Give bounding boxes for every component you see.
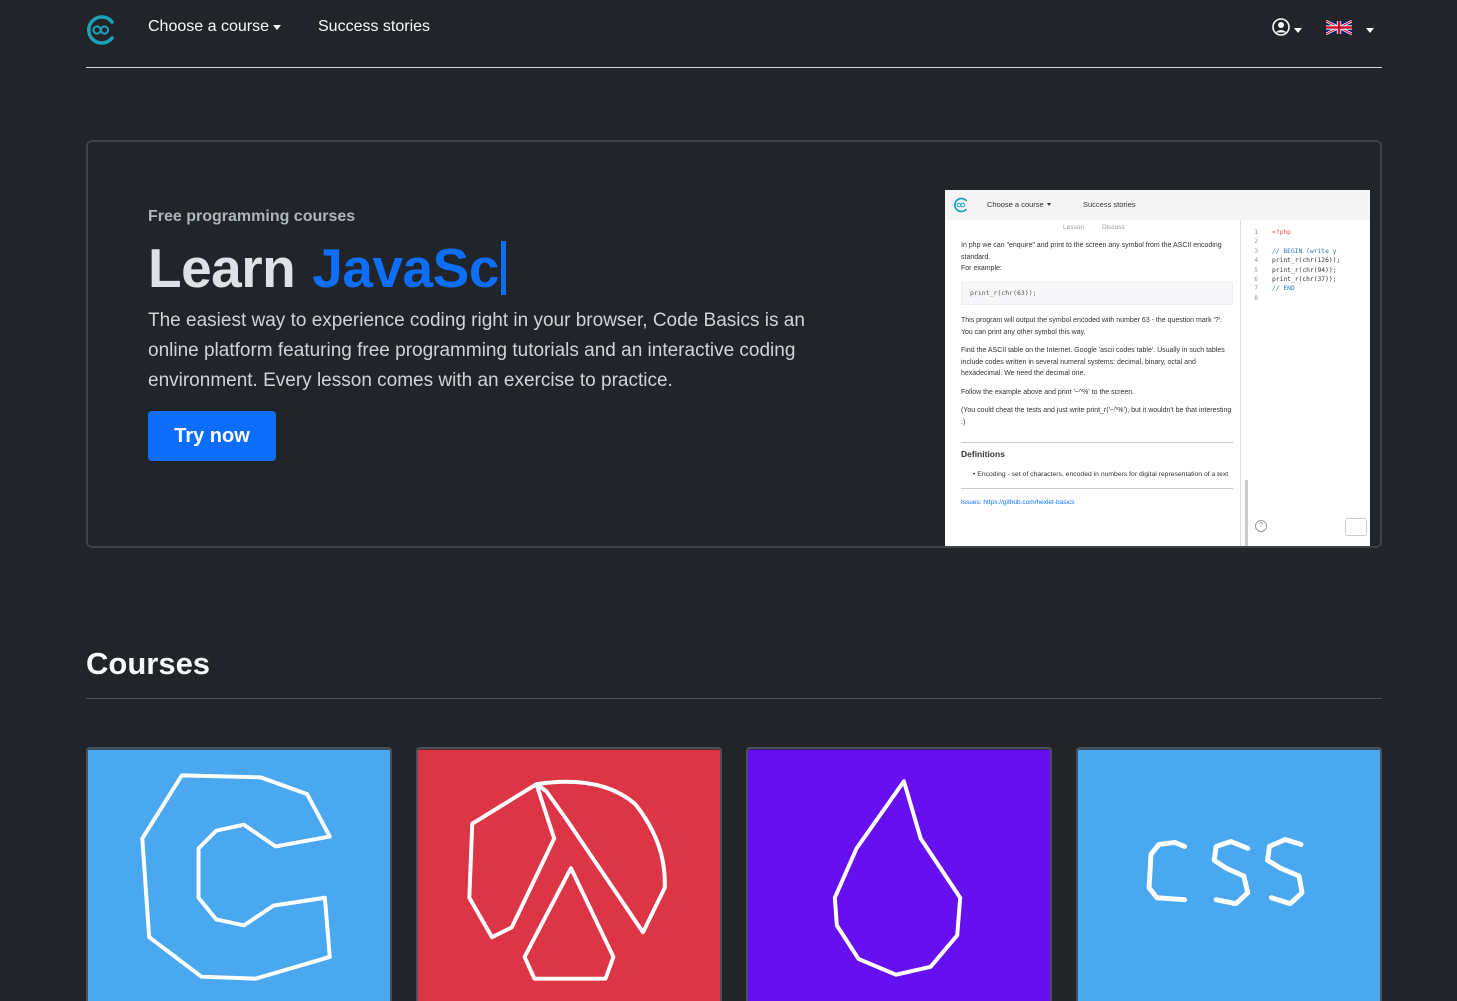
hero-description: The easiest way to experience coding rig… <box>148 310 805 391</box>
hero-title-highlight: JavaSc <box>312 237 499 299</box>
hero-section: Free programming courses Learn JavaSc Th… <box>86 140 1382 548</box>
preview-definitions-title: Definitions <box>961 442 1233 461</box>
code-text: // BEGIN (write y <box>1272 247 1337 255</box>
help-icon: ? <box>1255 520 1267 532</box>
reset-icon <box>1345 518 1367 536</box>
hero-title-prefix: Learn <box>148 237 296 299</box>
preview-paragraph: For example: <box>961 265 1002 272</box>
preview-choose-course-label: Choose a course <box>987 200 1044 209</box>
preview-scrollbar <box>1245 480 1248 546</box>
line-number: 1 <box>1254 229 1258 236</box>
preview-editor-line: 2 <box>1250 237 1370 246</box>
hero-title: Learn JavaSc <box>148 236 506 300</box>
success-stories-link[interactable]: Success stories <box>318 18 430 36</box>
code-text: print_r(chr(37)); <box>1272 276 1337 284</box>
preview-paragraph: This program will output the symbol enco… <box>961 317 1223 336</box>
preview-lesson-text: In php we can "enquire" and print to the… <box>961 240 1233 508</box>
elixir-drop-icon <box>748 749 1050 1001</box>
code-text: // END <box>1272 285 1295 293</box>
code-text: print_r(chr(94)); <box>1272 266 1337 274</box>
chevron-down-icon <box>1294 27 1302 33</box>
course-card-css[interactable] <box>1076 747 1382 1001</box>
preview-success-stories: Success stories <box>1083 200 1136 209</box>
preview-paragraph: Follow the example above and print '~^%'… <box>961 388 1135 396</box>
line-number: 4 <box>1254 257 1258 265</box>
preview-code-editor: 1 <?php 2 3 // BEGIN (write y 4 print_r(chr(12… <box>1250 220 1370 546</box>
navbar: Choose a course Success stories <box>86 0 1382 68</box>
hero-subtitle: Free programming courses <box>148 208 356 225</box>
preview-editor-line: 5 print_r(chr(94)); <box>1250 266 1370 275</box>
line-number: 8 <box>1254 294 1258 302</box>
preview-definition-item: • Encoding - set of characters, encoded … <box>961 469 1233 489</box>
code-text: print_r(chr(126)); <box>1272 257 1341 265</box>
choose-course-dropdown[interactable]: Choose a course <box>148 18 281 36</box>
language-dropdown[interactable] <box>1325 19 1374 41</box>
preview-editor-line: 3 // BEGIN (write y <box>1250 247 1370 256</box>
preview-code-block: print_r(chr(63)); <box>961 281 1233 305</box>
course-card-elixir[interactable] <box>746 747 1052 1001</box>
preview-paragraph: Find the ASCII table on the Internet. Go… <box>961 347 1225 377</box>
preview-logo-icon <box>953 197 969 213</box>
preview-editor-line: 7 // END <box>1250 284 1370 293</box>
user-circle-icon <box>1272 18 1290 41</box>
preview-editor-line: 1 <?php <box>1250 228 1370 237</box>
try-now-button[interactable]: Try now <box>148 411 276 461</box>
preview-tab-discuss: Discuss <box>1101 224 1125 231</box>
preview-paragraph: (You could cheat the tests and just writ… <box>961 407 1232 426</box>
choose-course-label: Choose a course <box>148 18 269 35</box>
css-icon <box>1078 749 1380 1001</box>
line-number: 3 <box>1254 247 1258 255</box>
line-number: 6 <box>1254 276 1258 284</box>
chevron-down-icon <box>272 25 281 30</box>
c-language-icon <box>88 749 390 1001</box>
line-number: 5 <box>1254 266 1258 274</box>
preview-navbar: Choose a course Success stories <box>945 190 1370 220</box>
preview-tab-lesson: Lesson <box>1063 224 1084 231</box>
code-basics-logo-icon[interactable] <box>86 14 116 46</box>
preview-editor-line: 8 <box>1250 294 1370 303</box>
course-card-c[interactable] <box>86 747 392 1001</box>
courses-heading: Courses <box>86 646 211 681</box>
typing-cursor <box>500 241 506 295</box>
scheme-lambda-icon <box>418 749 720 1001</box>
preview-editor-line: 6 print_r(chr(37)); <box>1250 275 1370 284</box>
uk-flag-icon <box>1325 19 1353 41</box>
line-number: 2 <box>1254 238 1258 246</box>
preview-choose-course: Choose a course <box>987 200 1051 209</box>
success-stories-label: Success stories <box>318 18 431 35</box>
course-card-scheme[interactable] <box>416 747 722 1001</box>
preview-lesson-panel: Lesson Discuss In php we can "enquire" a… <box>953 220 1248 546</box>
preview-definition-text: Encoding - set of characters, encoded in… <box>977 470 1229 478</box>
preview-editor-lines: 1 <?php 2 3 // BEGIN (write y 4 print_r(chr(12… <box>1250 220 1370 303</box>
preview-editor-line: 4 print_r(chr(126)); <box>1250 256 1370 265</box>
code-text: <?php <box>1272 229 1291 236</box>
preview-issues-link: Issues: https://github.com/hexlet-basics <box>961 498 1075 506</box>
user-menu-dropdown[interactable] <box>1272 18 1302 41</box>
line-number: 7 <box>1254 285 1258 293</box>
product-preview-image: Choose a course Success stories Lesson D… <box>945 190 1370 546</box>
preview-paragraph: In php we can "enquire" and print to the… <box>961 242 1222 261</box>
divider <box>86 698 1382 699</box>
chevron-down-icon <box>1366 28 1374 33</box>
preview-tabs: Lesson Discuss <box>1063 224 1125 231</box>
chevron-down-icon <box>1046 203 1051 206</box>
